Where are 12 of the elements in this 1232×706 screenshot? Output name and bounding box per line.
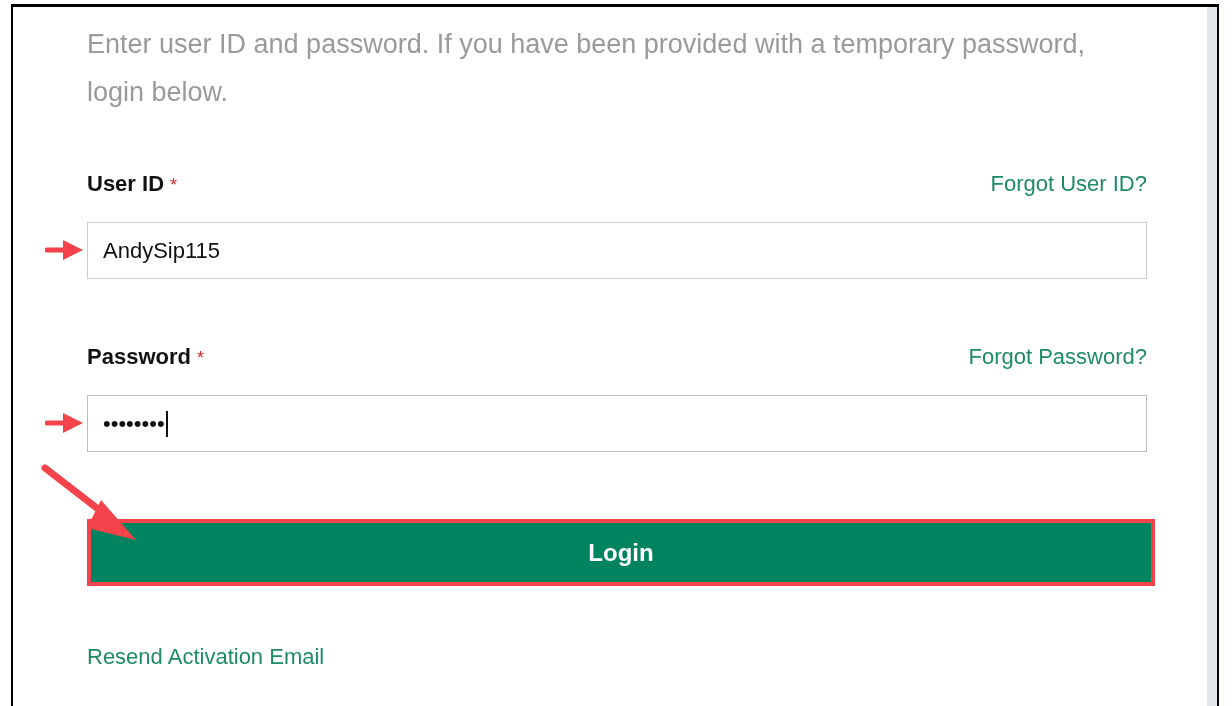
forgot-link[interactable]: Forgot User ID? [990,171,1147,197]
required-mark: * [196,348,204,368]
field-label: User ID [87,171,165,196]
resend-activation-link[interactable]: Resend Activation Email [87,642,325,672]
required-mark: * [170,175,178,195]
forgot-link[interactable]: Forgot Password? [968,344,1147,370]
login-button[interactable]: Login [87,519,1155,586]
password-field[interactable]: •••••••• [87,395,1147,452]
field-label: Password [87,344,191,369]
user-id-field[interactable]: AndySip115 [87,222,1147,279]
text-cursor [165,410,168,437]
instructions-text: Enter user ID and password. If you have been provided with a temporary password, login below. [87,28,1087,109]
